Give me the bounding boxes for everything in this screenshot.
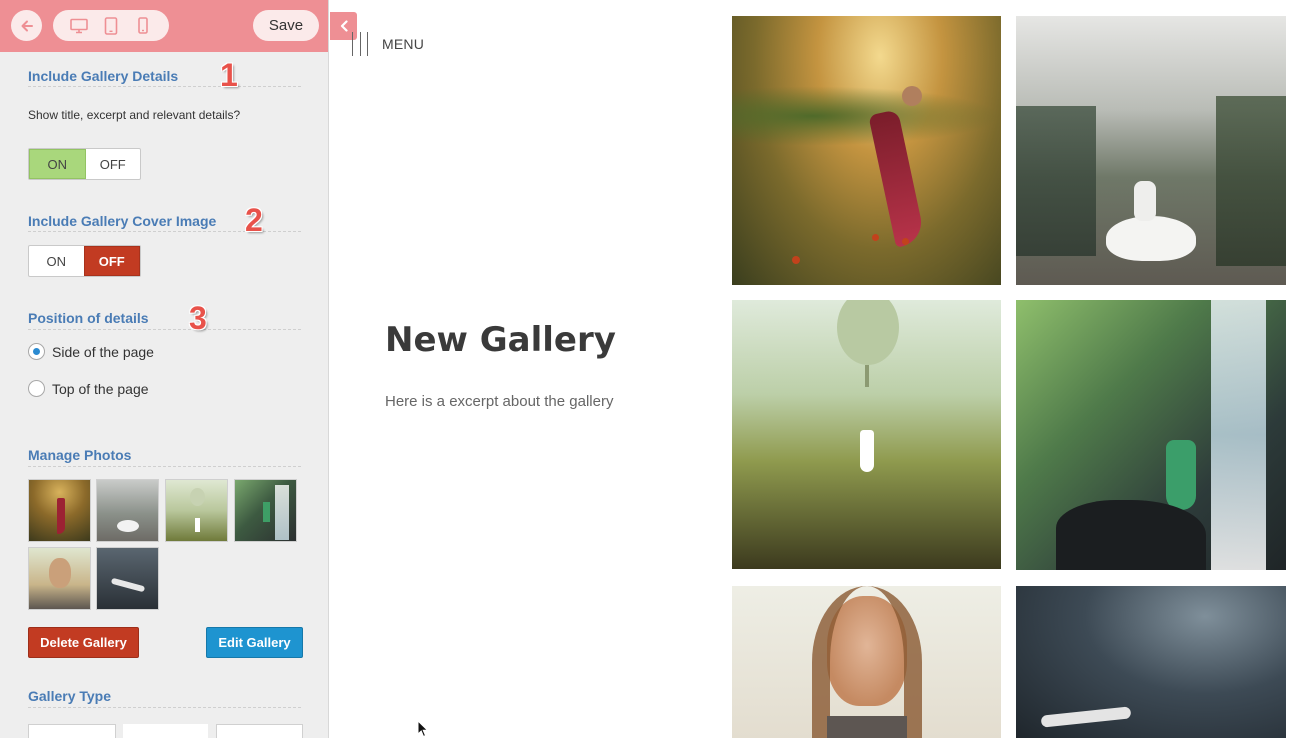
radio-button[interactable] bbox=[28, 380, 45, 397]
tablet-preview-button[interactable] bbox=[99, 15, 123, 37]
photo-thumbnail[interactable] bbox=[234, 479, 297, 542]
delete-gallery-button[interactable]: Delete Gallery bbox=[28, 627, 139, 658]
section-divider bbox=[28, 329, 301, 330]
section-divider bbox=[28, 86, 301, 87]
gallery-photo[interactable] bbox=[732, 586, 1001, 738]
position-option-top[interactable]: Top of the page bbox=[28, 380, 149, 397]
gallery-photo[interactable] bbox=[732, 300, 1001, 569]
section-divider bbox=[28, 466, 301, 467]
cover-image-on-option[interactable]: ON bbox=[29, 246, 84, 276]
cover-image-off-option[interactable]: OFF bbox=[83, 246, 140, 276]
gallery-type-option[interactable] bbox=[216, 724, 303, 738]
position-option-label: Top of the page bbox=[52, 380, 149, 397]
section-title-gallery-details: Include Gallery Details bbox=[28, 68, 179, 84]
cover-image-toggle: ON OFF bbox=[28, 245, 141, 277]
position-option-label: Side of the page bbox=[52, 343, 154, 360]
phone-icon bbox=[138, 17, 148, 34]
gallery-excerpt: Here is a excerpt about the gallery bbox=[385, 393, 614, 410]
photo-thumbnail[interactable] bbox=[28, 547, 91, 610]
step-number-badge: 3 bbox=[189, 300, 207, 336]
back-button[interactable] bbox=[11, 10, 42, 41]
section-title-manage-photos: Manage Photos bbox=[28, 447, 132, 463]
gallery-details-off-option[interactable]: OFF bbox=[86, 149, 141, 179]
gallery-details-description: Show title, excerpt and relevant details… bbox=[28, 108, 241, 122]
chevron-left-icon bbox=[340, 20, 348, 32]
position-option-side[interactable]: Side of the page bbox=[28, 343, 154, 360]
section-title-position: Position of details bbox=[28, 310, 149, 326]
radio-button-checked[interactable] bbox=[28, 343, 45, 360]
desktop-icon bbox=[70, 18, 88, 33]
section-divider bbox=[28, 707, 301, 708]
sidebar-toolbar: Save bbox=[0, 0, 328, 52]
edit-gallery-button[interactable]: Edit Gallery bbox=[206, 627, 303, 658]
step-number-badge: 2 bbox=[245, 202, 263, 238]
gallery-photo[interactable] bbox=[1016, 586, 1286, 738]
menu-icon bbox=[352, 32, 368, 56]
gallery-details-toggle: ON OFF bbox=[28, 148, 141, 180]
section-title-cover-image: Include Gallery Cover Image bbox=[28, 213, 217, 229]
step-number-badge: 1 bbox=[220, 57, 238, 93]
photo-thumbnail[interactable] bbox=[28, 479, 91, 542]
gallery-photo[interactable] bbox=[1016, 300, 1286, 570]
photo-thumbnail[interactable] bbox=[165, 479, 228, 542]
gallery-type-option[interactable] bbox=[123, 724, 208, 738]
gallery-type-option[interactable] bbox=[28, 724, 116, 738]
mouse-pointer-icon bbox=[417, 719, 429, 738]
section-title-gallery-type: Gallery Type bbox=[28, 688, 112, 704]
customizer-sidebar: Save Include Gallery Details 1 Show titl… bbox=[0, 0, 329, 738]
gallery-details-on-option[interactable]: ON bbox=[29, 149, 86, 179]
tablet-icon bbox=[104, 16, 118, 35]
menu-button[interactable]: MENU bbox=[352, 32, 424, 56]
phone-preview-button[interactable] bbox=[131, 15, 155, 37]
arrow-left-icon bbox=[21, 20, 33, 31]
menu-label: MENU bbox=[382, 36, 425, 52]
gallery-photo[interactable] bbox=[732, 16, 1001, 285]
photo-thumbnail[interactable] bbox=[96, 547, 159, 610]
gallery-type-options bbox=[28, 720, 303, 738]
gallery-photo[interactable] bbox=[1016, 16, 1286, 285]
device-preview-switcher bbox=[53, 10, 169, 41]
photo-thumbnail[interactable] bbox=[96, 479, 159, 542]
save-button[interactable]: Save bbox=[253, 10, 319, 41]
desktop-preview-button[interactable] bbox=[67, 15, 91, 37]
gallery-title: New Gallery bbox=[385, 320, 616, 360]
